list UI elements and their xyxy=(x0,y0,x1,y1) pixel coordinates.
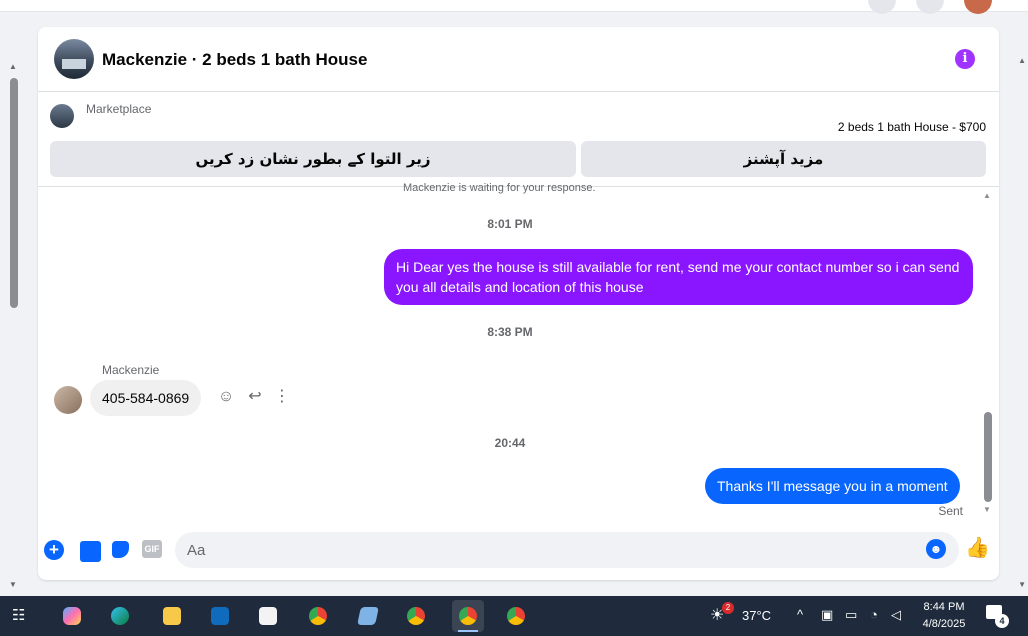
incoming-message[interactable]: 405-584-0869 xyxy=(90,380,202,416)
info-icon[interactable]: i xyxy=(955,49,975,69)
message-scroll-down-icon[interactable]: ▼ xyxy=(983,505,991,514)
store-icon[interactable] xyxy=(252,600,284,632)
profile-avatar-peek[interactable] xyxy=(964,0,992,14)
notification-badge: 4 xyxy=(995,614,1009,628)
top-strip xyxy=(0,0,1028,14)
notes-app-icon[interactable] xyxy=(352,600,384,632)
waiting-notice: Mackenzie is waiting for your response. xyxy=(403,182,596,194)
emoji-icon[interactable]: ☻ xyxy=(926,539,946,559)
file-explorer-icon[interactable] xyxy=(156,600,188,632)
marketplace-bar: Marketplace 2 beds 1 bath House - $700 ز… xyxy=(38,92,999,187)
sticker-icon[interactable] xyxy=(110,539,132,561)
chrome-profile-active-icon[interactable] xyxy=(452,600,484,632)
chrome-icon[interactable] xyxy=(302,600,334,632)
message-list: Mackenzie is waiting for your response. … xyxy=(38,182,999,522)
plus-icon[interactable]: + xyxy=(44,540,64,560)
message-scroll-up-icon[interactable]: ▲ xyxy=(983,191,991,200)
volume-icon[interactable]: ◁ xyxy=(891,607,901,623)
page-scrollbar[interactable]: ▲ ▼ xyxy=(0,60,22,600)
page-scrollbar-thumb[interactable] xyxy=(10,78,18,308)
sent-status: Sent xyxy=(938,504,963,518)
marketplace-avatar xyxy=(50,104,74,128)
taskbar: ☷ ☀ 2 37°C ^ ▣ ▭ ◔ ◁ 8:44 PM 4/8/2025 4 xyxy=(0,596,1028,636)
chat-header: Mackenzie · 2 beds 1 bath House i xyxy=(38,27,999,92)
wifi-icon[interactable]: ◔ xyxy=(870,607,878,622)
chrome-profile-icon[interactable] xyxy=(500,600,532,632)
top-button-peek[interactable] xyxy=(916,0,944,14)
edge-icon[interactable] xyxy=(104,600,136,632)
marketplace-label: Marketplace xyxy=(86,102,152,116)
composer: + GIF ☻ 👍 xyxy=(38,522,999,580)
chrome-profile-icon[interactable] xyxy=(400,600,432,632)
chevron-up-icon[interactable]: ^ xyxy=(797,607,803,622)
battery-icon[interactable]: ▭ xyxy=(845,607,857,623)
message-scrollbar-thumb[interactable] xyxy=(984,412,992,502)
more-options-button[interactable]: مزید آپشنز xyxy=(581,141,986,177)
timestamp: 8:38 PM xyxy=(487,325,533,339)
timestamp: 8:01 PM xyxy=(487,217,533,231)
weather-badge: 2 xyxy=(722,602,734,614)
chat-window: Mackenzie · 2 beds 1 bath House i Market… xyxy=(38,27,999,580)
right-scroll-up-icon[interactable]: ▲ xyxy=(1018,56,1026,65)
copilot-icon[interactable] xyxy=(56,600,88,632)
clock-date[interactable]: 4/8/2025 xyxy=(916,616,972,632)
right-scroll-down-icon[interactable]: ▼ xyxy=(1018,580,1026,589)
scroll-down-arrow-icon[interactable]: ▼ xyxy=(9,580,17,589)
task-view-icon[interactable]: ☷ xyxy=(12,606,25,624)
meet-icon[interactable]: ▣ xyxy=(821,607,833,623)
outgoing-message[interactable]: Thanks I'll message you in a moment xyxy=(705,468,960,504)
outlook-icon[interactable] xyxy=(204,600,236,632)
listing-avatar[interactable] xyxy=(54,39,94,79)
react-icon[interactable]: ☺ xyxy=(215,386,237,408)
sender-name: Mackenzie xyxy=(102,363,160,377)
reply-icon[interactable]: ↩ xyxy=(244,386,266,408)
photo-icon[interactable] xyxy=(78,539,101,562)
sender-avatar[interactable] xyxy=(54,386,82,414)
timestamp: 20:44 xyxy=(494,436,526,450)
clock-time[interactable]: 8:44 PM xyxy=(916,599,972,615)
message-scrollbar[interactable]: ▲ ▼ xyxy=(981,187,995,522)
top-button-peek[interactable] xyxy=(868,0,896,14)
listing-summary[interactable]: 2 beds 1 bath House - $700 xyxy=(838,120,986,134)
mark-pending-button[interactable]: زیر التوا کے بطور نشان زد کریں xyxy=(50,141,576,177)
weather-temp[interactable]: 37°C xyxy=(742,608,771,623)
thumbs-up-icon[interactable]: 👍 xyxy=(965,536,990,560)
outgoing-message[interactable]: Hi Dear yes the house is still available… xyxy=(384,249,973,305)
message-input[interactable] xyxy=(175,532,959,568)
gif-icon[interactable]: GIF xyxy=(142,540,162,558)
more-actions-icon[interactable]: ⋮ xyxy=(271,386,293,408)
scroll-up-arrow-icon[interactable]: ▲ xyxy=(9,62,17,71)
chat-title[interactable]: Mackenzie · 2 beds 1 bath House xyxy=(102,50,367,70)
